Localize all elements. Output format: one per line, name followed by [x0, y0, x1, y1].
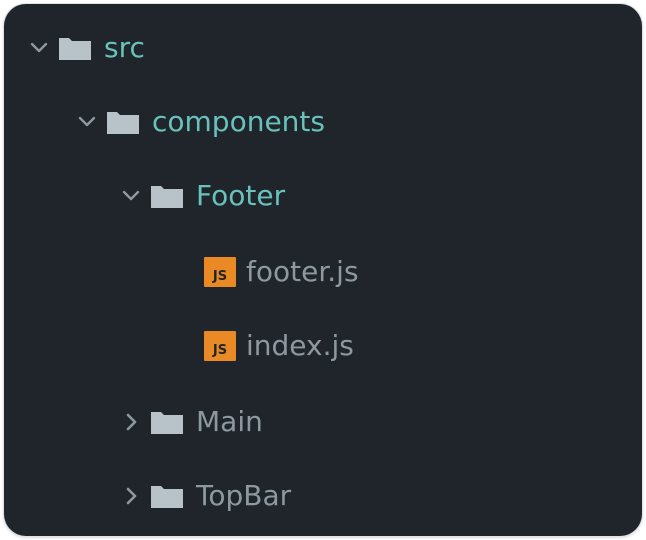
tree-item-src[interactable]: src [4, 20, 642, 76]
tree-item-label: Main [196, 405, 263, 438]
js-file-icon: JS [204, 331, 236, 361]
chevron-down-icon[interactable] [76, 111, 98, 133]
folder-icon [150, 409, 184, 435]
tree-item-topbar[interactable]: TopBar [4, 468, 642, 524]
tree-item-footer-js[interactable]: JS footer.js [4, 244, 642, 300]
file-tree: src components Footer JS footer.js JS in… [4, 4, 642, 536]
tree-item-label: TopBar [196, 479, 292, 512]
chevron-down-icon[interactable] [120, 185, 142, 207]
tree-item-index-js[interactable]: JS index.js [4, 318, 642, 374]
chevron-right-icon[interactable] [120, 411, 142, 433]
tree-item-label: components [152, 105, 325, 138]
chevron-down-icon[interactable] [28, 37, 50, 59]
folder-icon [150, 183, 184, 209]
tree-item-label: footer.js [246, 255, 359, 288]
tree-item-footer-folder[interactable]: Footer [4, 168, 642, 224]
tree-item-label: Footer [196, 179, 286, 212]
chevron-right-icon[interactable] [120, 485, 142, 507]
file-explorer-panel: src components Footer JS footer.js JS in… [4, 4, 642, 536]
folder-icon [150, 483, 184, 509]
tree-item-main[interactable]: Main [4, 394, 642, 450]
tree-item-label: index.js [246, 329, 354, 362]
folder-icon [106, 109, 140, 135]
js-file-icon: JS [204, 257, 236, 287]
tree-item-label: src [104, 31, 145, 64]
folder-icon [58, 35, 92, 61]
tree-item-components[interactable]: components [4, 94, 642, 150]
